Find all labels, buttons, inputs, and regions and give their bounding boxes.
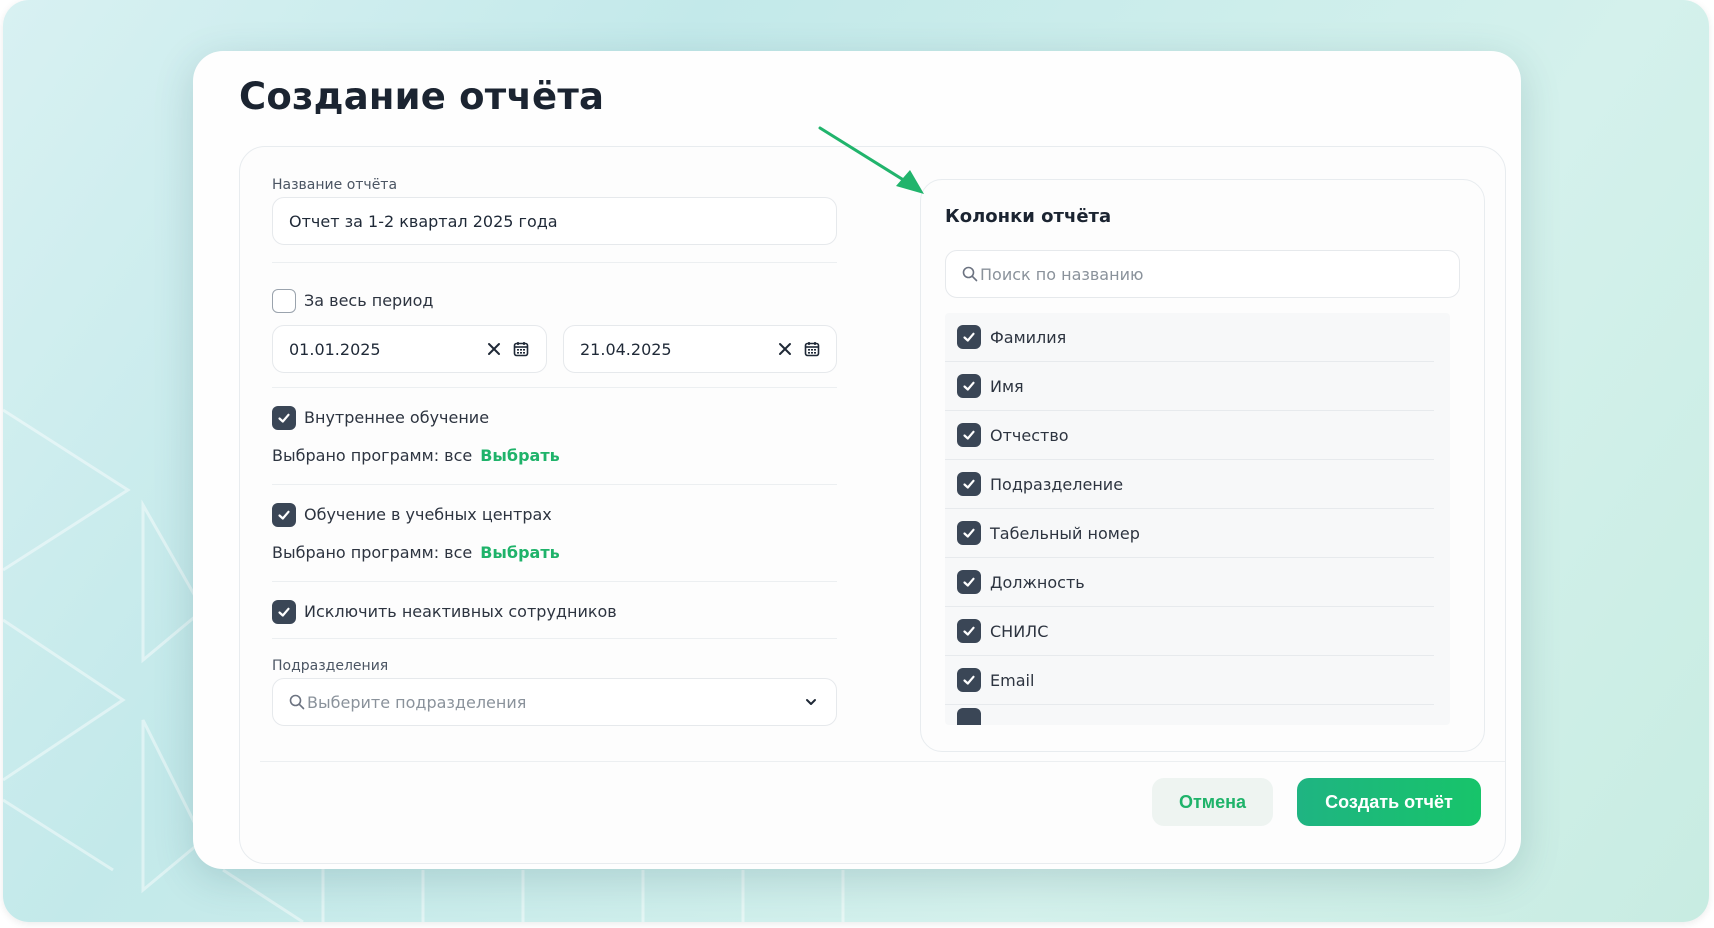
column-checkbox[interactable]	[957, 668, 981, 692]
columns-items: Фамилия Имя Отчество Подразделение Табельный…	[945, 313, 1450, 705]
column-checkbox[interactable]	[957, 619, 981, 643]
exclude-inactive-checkbox[interactable]	[272, 600, 296, 624]
check-icon	[278, 413, 290, 423]
departments-label: Подразделения	[272, 658, 389, 674]
check-icon	[278, 510, 290, 520]
check-icon	[963, 675, 975, 685]
column-label: Email	[990, 670, 1035, 690]
dialog-content: Название отчёта Отчет за 1-2 квартал 202…	[239, 146, 1506, 864]
check-icon	[963, 381, 975, 391]
date-to-value: 21.04.2025	[580, 339, 672, 359]
list-item[interactable]: СНИЛС	[945, 607, 1434, 656]
search-icon	[289, 694, 305, 710]
list-item[interactable]: Должность	[945, 558, 1434, 607]
column-label: Фамилия	[990, 327, 1067, 347]
center-training-selection: Выбрано программ: все Выбрать	[272, 543, 560, 562]
report-name-label: Название отчёта	[272, 177, 398, 193]
select-programs-link[interactable]: Выбрать	[480, 446, 559, 465]
date-from-value: 01.01.2025	[289, 339, 381, 359]
divider	[272, 387, 837, 388]
divider	[272, 484, 837, 485]
check-icon	[278, 607, 290, 617]
center-training-checkbox[interactable]	[272, 503, 296, 527]
calendar-icon[interactable]	[512, 340, 530, 358]
divider	[272, 262, 837, 263]
list-item[interactable]: Подразделение	[945, 460, 1434, 509]
column-label: Подразделение	[990, 474, 1124, 494]
footer-divider	[260, 761, 1505, 762]
list-item[interactable]: Табельный номер	[945, 509, 1434, 558]
calendar-icon[interactable]	[803, 340, 821, 358]
departments-placeholder: Выберите подразделения	[307, 692, 527, 712]
clear-icon[interactable]	[486, 341, 502, 357]
annotation-arrow-icon	[818, 126, 924, 194]
center-training-label: Обучение в учебных центрах	[304, 505, 552, 524]
columns-list: Фамилия Имя Отчество Подразделение Табельный…	[945, 313, 1450, 725]
check-icon	[963, 479, 975, 489]
column-checkbox[interactable]	[957, 472, 981, 496]
column-checkbox[interactable]	[957, 325, 981, 349]
check-icon	[963, 577, 975, 587]
check-icon	[963, 528, 975, 538]
list-item[interactable]: Email	[945, 656, 1434, 705]
report-columns-panel: Колонки отчёта Поиск по названию Фамилия…	[920, 179, 1485, 752]
column-label: Имя	[990, 376, 1024, 396]
whole-period-label: За весь период	[304, 291, 434, 310]
column-label: Отчество	[990, 425, 1069, 445]
report-name-input[interactable]: Отчет за 1-2 квартал 2025 года	[272, 197, 837, 245]
cancel-button[interactable]: Отмена	[1152, 778, 1273, 826]
check-icon	[963, 430, 975, 440]
column-checkbox[interactable]	[957, 423, 981, 447]
check-icon	[963, 332, 975, 342]
columns-title: Колонки отчёта	[945, 206, 1112, 227]
column-label: Должность	[990, 572, 1085, 592]
column-label: Табельный номер	[990, 523, 1140, 543]
columns-search-input[interactable]: Поиск по названию	[945, 250, 1460, 298]
selected-programs-text: Выбрано программ: все	[272, 543, 473, 562]
selected-programs-text: Выбрано программ: все	[272, 446, 473, 465]
internal-training-selection: Выбрано программ: все Выбрать	[272, 446, 560, 465]
check-icon	[963, 626, 975, 636]
departments-select[interactable]: Выберите подразделения	[272, 678, 837, 726]
list-item[interactable]: Имя	[945, 362, 1434, 411]
column-checkbox[interactable]	[957, 374, 981, 398]
internal-training-label: Внутреннее обучение	[304, 408, 490, 427]
column-checkbox[interactable]	[957, 570, 981, 594]
dialog-title: Создание отчёта	[239, 75, 605, 118]
list-item[interactable]: Фамилия	[945, 313, 1434, 362]
date-to-input[interactable]: 21.04.2025	[563, 325, 837, 373]
report-name-value: Отчет за 1-2 квартал 2025 года	[289, 211, 558, 231]
chevron-down-icon[interactable]	[803, 694, 819, 710]
clear-icon[interactable]	[777, 341, 793, 357]
search-icon	[962, 266, 978, 282]
divider	[272, 581, 837, 582]
create-report-button[interactable]: Создать отчёт	[1297, 778, 1481, 826]
whole-period-checkbox[interactable]	[272, 289, 296, 313]
columns-search-placeholder: Поиск по названию	[980, 264, 1144, 284]
exclude-inactive-label: Исключить неактивных сотрудников	[304, 602, 617, 621]
column-label: СНИЛС	[990, 621, 1049, 641]
column-checkbox[interactable]	[957, 707, 981, 725]
internal-training-checkbox[interactable]	[272, 406, 296, 430]
select-programs-link[interactable]: Выбрать	[480, 543, 559, 562]
date-from-input[interactable]: 01.01.2025	[272, 325, 547, 373]
list-item-partial	[945, 705, 1434, 725]
divider	[272, 638, 837, 639]
column-checkbox[interactable]	[957, 521, 981, 545]
list-item[interactable]: Отчество	[945, 411, 1434, 460]
